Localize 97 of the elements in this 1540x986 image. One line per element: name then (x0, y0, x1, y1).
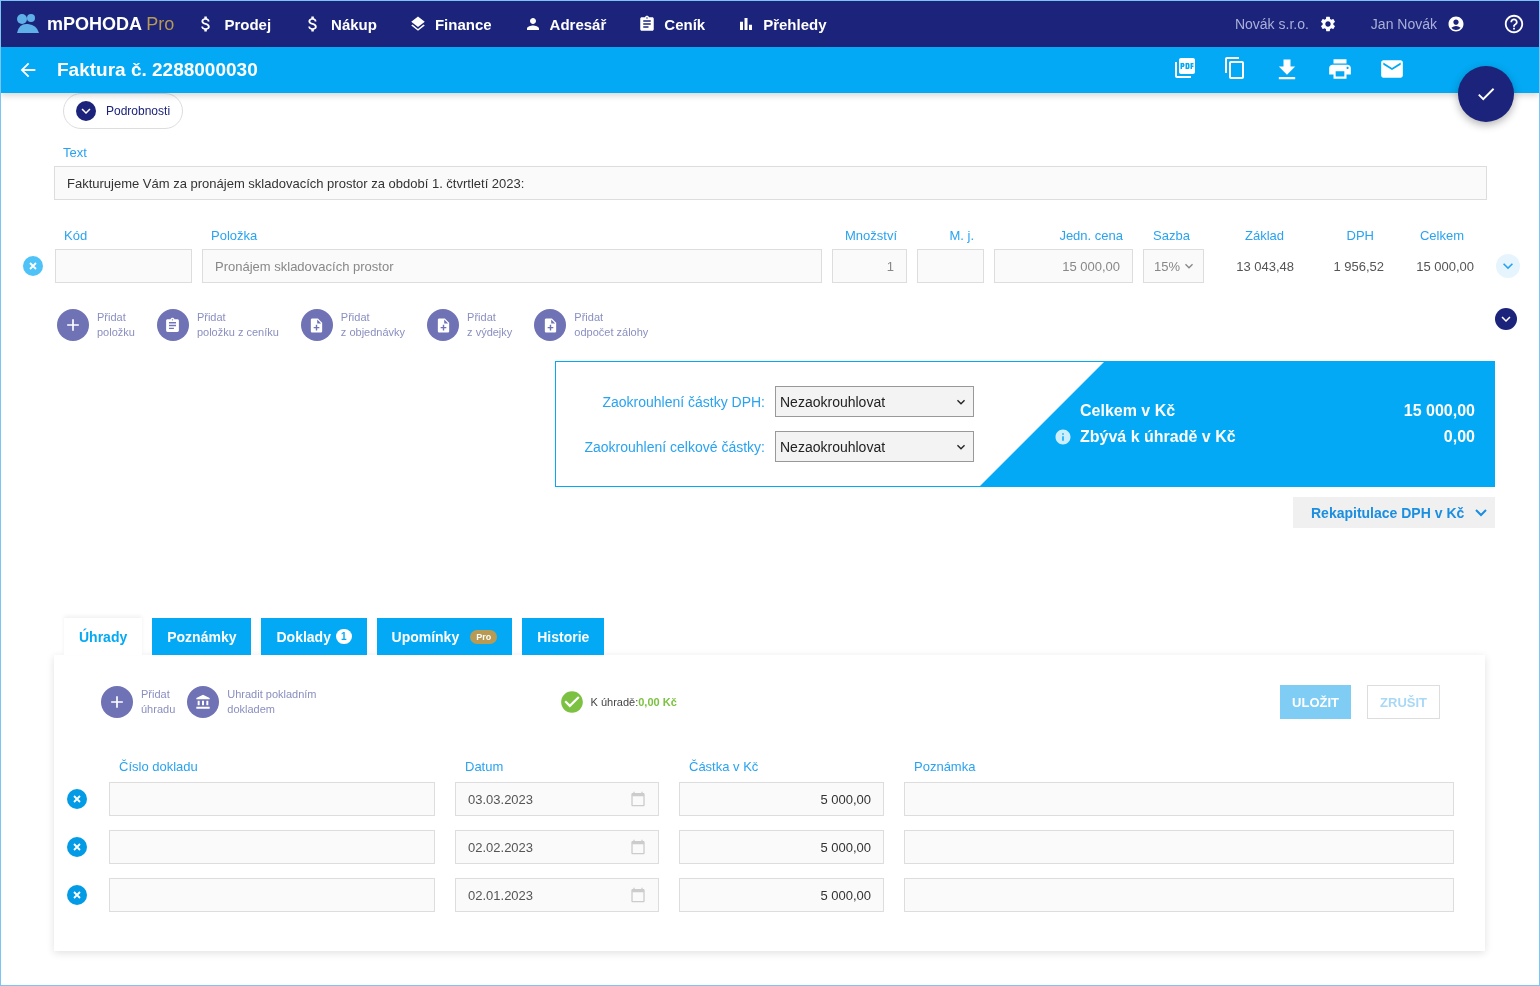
vat-recap-button[interactable]: Rekapitulace DPH v Kč (1293, 497, 1495, 528)
remove-icon[interactable] (67, 789, 87, 809)
rounding-select[interactable]: Nezaokrouhlovat (775, 431, 974, 462)
tab[interactable]: Upomínky Pro (376, 618, 513, 655)
rounding-select[interactable]: Nezaokrouhlovat (775, 386, 974, 417)
column-header: Sazba (1152, 228, 1191, 243)
total-amount: 15 000,00 (1415, 258, 1474, 274)
nav-menu-item[interactable]: Finance (408, 15, 492, 33)
settings-icon[interactable] (1318, 15, 1337, 33)
company-name[interactable]: Novák s.r.o. (1234, 16, 1309, 32)
user-avatar-icon[interactable] (1447, 15, 1465, 33)
help-icon[interactable] (1503, 13, 1525, 35)
user-name[interactable]: Jan Novák (1370, 16, 1437, 32)
column-header: Základ (1243, 228, 1285, 243)
nav-menu-item[interactable]: Ceník (638, 15, 706, 33)
column-header: Kód (63, 228, 89, 243)
column-header: Poznámka (913, 759, 977, 774)
tab[interactable]: Úhrady (64, 618, 143, 655)
note-input-field[interactable] (904, 830, 1454, 864)
nav-menu-item[interactable]: Adresář (523, 15, 607, 33)
rounding-label: Zaokrouhlení celkové částky: (584, 438, 765, 455)
remove-icon[interactable] (23, 256, 43, 276)
document-title: Faktura č. 2288000030 (57, 59, 258, 81)
add-item-button[interactable]: Přidat položku z ceníku (156, 309, 279, 341)
column-header: Datum (464, 759, 505, 774)
tab[interactable]: Poznámky (152, 618, 252, 655)
column-header: M. j. (948, 228, 975, 243)
tab[interactable]: Historie (522, 618, 605, 655)
calendar-icon[interactable] (630, 839, 646, 855)
document-number-input-field[interactable] (109, 830, 435, 864)
amount-input-field[interactable]: 5 000,00 (679, 782, 884, 816)
column-header: Částka v Kč (688, 759, 760, 774)
column-header: Množství (844, 228, 898, 243)
document-number-input-field[interactable] (109, 878, 435, 912)
rounding-label: Zaokrouhlení částky DPH: (602, 393, 765, 410)
clipboard-icon (156, 309, 189, 341)
add-item-button[interactable]: Přidat z výdejky (427, 309, 513, 341)
base-amount: 13 043,48 (1235, 258, 1294, 274)
tab-badge: Pro (470, 629, 498, 644)
note-input-field[interactable] (904, 878, 1454, 912)
plus-icon (101, 686, 133, 718)
logo-icon (15, 13, 41, 35)
total-value: 0,00 (1443, 428, 1475, 446)
confirm-button[interactable] (1458, 66, 1514, 122)
expand-row-icon[interactable] (1496, 254, 1520, 278)
column-header: Položka (210, 228, 259, 243)
nav-menu-item[interactable]: Nákup (303, 14, 377, 34)
document-add-icon (534, 309, 567, 341)
calendar-icon[interactable] (630, 887, 646, 903)
chevron-icon (1475, 508, 1487, 517)
remove-icon[interactable] (67, 837, 87, 857)
add-item-button[interactable]: Přidat položku (57, 309, 135, 341)
item-input-field[interactable]: Pronájem skladovacích prostor (202, 249, 822, 283)
payment-action-button[interactable]: Přidat úhradu (101, 686, 176, 718)
layers-icon (408, 15, 427, 33)
date-input-field[interactable]: 02.01.2023 (455, 878, 659, 912)
vat-rate-select[interactable]: 15% (1143, 249, 1204, 283)
note-input-field[interactable] (904, 782, 1454, 816)
nav-menu-item[interactable]: Prodej (196, 14, 272, 34)
column-header: Jedn. cena (1058, 228, 1124, 243)
tab[interactable]: Doklady 1 (261, 618, 367, 655)
details-toggle[interactable]: Podrobnosti (63, 93, 184, 129)
add-item-button[interactable]: Přidat odpočet zálohy (534, 309, 649, 341)
text-input-field[interactable]: Fakturujeme Vám za pronájem skladovacích prostor za období 1. čtvrtletí 2023: (54, 166, 1487, 200)
app-brand: mPOHODA Pro (47, 13, 175, 35)
remove-icon[interactable] (67, 885, 87, 905)
nav-menu-item[interactable]: Přehledy (737, 15, 827, 33)
calendar-icon[interactable] (630, 791, 646, 807)
chevron-icon[interactable] (1495, 308, 1517, 330)
price-input-field[interactable]: 15 000,00 (994, 249, 1133, 283)
amount-input-field[interactable]: 5 000,00 (679, 878, 884, 912)
date-input-field[interactable]: 03.03.2023 (455, 782, 659, 816)
total-value: 15 000,00 (1403, 402, 1475, 420)
unit-input-field[interactable] (917, 249, 984, 283)
document-number-input-field[interactable] (109, 782, 435, 816)
bank-icon (187, 686, 220, 718)
plus-icon (57, 309, 89, 341)
quantity-input-field[interactable]: 1 (832, 249, 907, 283)
column-header: Celkem (1418, 228, 1465, 243)
text-label: Text (63, 145, 88, 160)
vat-amount: 1 956,52 (1332, 258, 1384, 274)
chevron-icon (76, 101, 96, 121)
clipboard-icon (638, 15, 657, 33)
code-input-field[interactable] (55, 249, 192, 283)
document-add-icon (300, 309, 333, 341)
date-input-field[interactable]: 02.02.2023 (455, 830, 659, 864)
info-icon (1054, 428, 1072, 446)
add-item-button[interactable]: Přidat z objednávky (300, 309, 406, 341)
total-label: Zbývá k úhradě v Kč (1054, 428, 1236, 446)
amount-due-text: K úhradě:0,00 Kč (590, 696, 677, 708)
column-header: Číslo dokladu (118, 759, 199, 774)
document-add-icon (427, 309, 460, 341)
column-header: DPH (1345, 228, 1375, 243)
total-label: Celkem v Kč (1080, 402, 1176, 420)
amount-input-field[interactable]: 5 000,00 (679, 830, 884, 864)
tab-badge: 1 (335, 629, 352, 644)
payment-action-button[interactable]: Uhradit pokladním dokladem (187, 686, 317, 718)
